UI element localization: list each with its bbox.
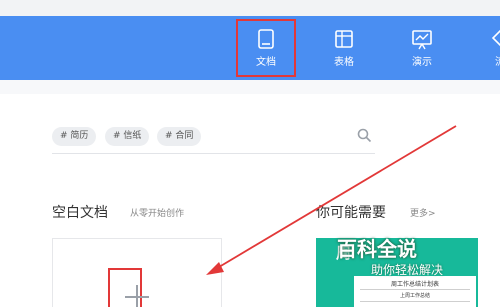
recommend-title: 你可能需要	[316, 205, 386, 221]
nav-item-presentation-label: 演示	[412, 57, 432, 68]
blank-doc-title: 空白文档	[52, 205, 108, 221]
table-icon	[335, 30, 353, 48]
template-thumb-row	[360, 301, 470, 302]
tag-resume[interactable]: # 简历	[52, 127, 97, 146]
plus-icon-vertical	[136, 285, 138, 307]
content-top-gap	[0, 80, 500, 94]
flow-icon	[491, 29, 500, 47]
tag-letter-paper[interactable]: # 信纸	[105, 127, 150, 146]
nav-item-presentation[interactable]: 演示	[394, 16, 450, 80]
nav-item-table[interactable]: 表格	[316, 16, 372, 80]
tag-contract[interactable]: # 合同	[157, 127, 202, 146]
nav-item-table-label: 表格	[334, 57, 354, 68]
highlight-box-document	[236, 19, 296, 77]
template-thumb-paper: 周工作总结计划表 上周工作总结	[354, 276, 476, 307]
nav-item-flow[interactable]: 流	[472, 16, 500, 80]
nav-item-flow-label: 流	[472, 57, 500, 69]
watermark-title: 百科全说	[337, 237, 417, 261]
presentation-icon	[412, 30, 432, 50]
template-thumb-paper-subtitle: 上周工作总结	[399, 293, 430, 299]
more-link[interactable]: 更多>	[410, 208, 436, 220]
template-thumb-row	[360, 289, 470, 290]
blank-doc-subtitle: 从零开始创作	[130, 209, 185, 219]
search-underline	[52, 153, 375, 154]
template-thumb-paper-title: 周工作总结计划表	[390, 281, 439, 288]
watermark-subtitle: 助你轻松解决	[371, 263, 444, 277]
search-icon[interactable]	[357, 128, 372, 143]
top-strip	[0, 0, 500, 16]
